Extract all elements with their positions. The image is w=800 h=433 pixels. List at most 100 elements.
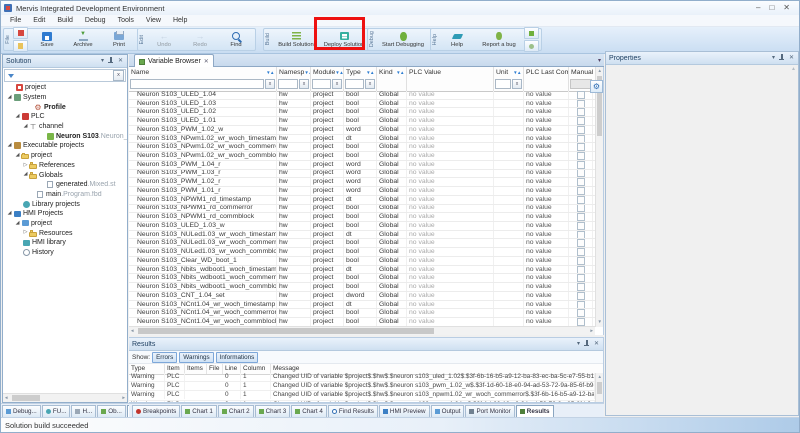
pin-icon[interactable] — [584, 340, 590, 348]
manual-checkbox[interactable] — [577, 239, 585, 247]
manual-checkbox[interactable] — [577, 205, 585, 213]
clear-filter-icon[interactable]: x — [113, 70, 124, 81]
tab-variable-browser[interactable]: Variable Browser ✕ — [134, 54, 214, 68]
manual-checkbox[interactable] — [577, 108, 585, 116]
scroll-right-icon[interactable]: ► — [122, 395, 126, 401]
toolbar-mini-button[interactable] — [524, 27, 539, 39]
manual-checkbox[interactable] — [577, 231, 585, 239]
table-row[interactable]: Neuron S103_Clear_WD_boot_1 hw project b… — [129, 257, 595, 266]
maximize-icon[interactable]: □ — [769, 1, 774, 15]
column-header[interactable]: Unit — [494, 67, 524, 91]
menu-item[interactable]: Debug — [79, 15, 112, 27]
tab-overflow-icon[interactable]: ▾ — [598, 57, 601, 64]
toolbar-button[interactable]: Build Solution — [273, 30, 319, 50]
scroll-down-icon[interactable]: ▼ — [598, 319, 602, 325]
table-row[interactable]: Neuron S103_Nbits_wdboot1_woch_commblock… — [129, 283, 595, 292]
column-filter-input[interactable] — [129, 78, 276, 90]
manual-checkbox[interactable] — [577, 222, 585, 230]
table-row[interactable]: Neuron S103_NULed1.03_wr_woch_timestamp … — [129, 231, 595, 240]
manual-checkbox[interactable] — [577, 126, 585, 134]
manual-checkbox[interactable] — [577, 91, 585, 99]
tree-item[interactable]: Neuron S103 .Neuron_S103:1.0.v2_2 — [3, 131, 127, 141]
window-position-menu-icon[interactable]: ▾ — [101, 57, 104, 65]
variable-vertical-scrollbar[interactable]: ▲ ▼ — [595, 67, 603, 327]
toolbar-button[interactable]: Undo — [147, 30, 181, 50]
solution-filter-input[interactable] — [16, 71, 113, 80]
table-row[interactable]: Neuron S103_Nbits_wdboot1_woch_commerror… — [129, 274, 595, 283]
results-vertical-scrollbar[interactable]: ▲ — [595, 373, 603, 402]
tree-item[interactable]: main .Program.fbd — [3, 190, 127, 200]
scroll-left-icon[interactable]: ◄ — [4, 395, 8, 401]
table-row[interactable]: Neuron S103_PWM_1.02_r hw project word G… — [129, 178, 595, 187]
table-row[interactable]: Neuron S103_NULed1.03_wr_woch_commerror … — [129, 239, 595, 248]
column-filter-input[interactable] — [344, 78, 376, 90]
manual-checkbox[interactable] — [577, 187, 585, 195]
toolbar-mini-button[interactable] — [13, 40, 28, 52]
column-header[interactable]: PLC Last Comm — [524, 67, 569, 91]
scroll-left-icon[interactable]: ◄ — [130, 328, 134, 334]
sort-arrows-icon[interactable] — [304, 69, 310, 76]
scroll-up-icon[interactable]: ▲ — [598, 374, 602, 380]
result-row[interactable]: Warning PLC 0 1 Changed UID of variable … — [129, 401, 595, 402]
tree-item[interactable]: ◢ PLC — [3, 112, 127, 122]
column-header[interactable]: Module — [311, 67, 344, 91]
results-filter-toggle[interactable]: Warnings — [179, 352, 213, 363]
tree-expander-icon[interactable]: ◢ — [6, 141, 13, 151]
tree-item[interactable]: Profile — [3, 102, 127, 112]
window-position-menu-icon[interactable]: ▾ — [772, 54, 775, 62]
close-icon[interactable]: ✕ — [783, 1, 790, 15]
manual-checkbox[interactable] — [577, 248, 585, 256]
manual-checkbox[interactable] — [577, 117, 585, 125]
tree-item[interactable]: Library projects — [3, 199, 127, 209]
tree-item[interactable]: ◢ channel — [3, 122, 127, 132]
manual-checkbox[interactable] — [577, 309, 585, 317]
column-header[interactable]: Kind — [377, 67, 407, 91]
table-row[interactable]: Neuron S103_CNT_1.04_set hw project dwor… — [129, 292, 595, 301]
menu-item[interactable]: Edit — [27, 15, 51, 27]
toolbar-mini-button[interactable] — [13, 27, 28, 39]
menu-item[interactable]: View — [140, 15, 167, 27]
manual-checkbox[interactable] — [577, 143, 585, 151]
toolbar-button[interactable]: Print — [102, 30, 136, 50]
table-row[interactable]: Neuron S103_Nbits_wdboot1_woch_timestamp… — [129, 266, 595, 275]
manual-checkbox[interactable] — [577, 318, 585, 326]
table-row[interactable]: Neuron S103_NPwm1.02_wr_woch_commerror h… — [129, 143, 595, 152]
table-row[interactable]: Neuron S103_NPWM1_rd_commblock hw projec… — [129, 213, 595, 222]
sort-arrows-icon[interactable] — [396, 69, 404, 76]
table-row[interactable]: Neuron S103_NPwm1.02_wr_woch_timestamp h… — [129, 135, 595, 144]
manual-checkbox[interactable] — [577, 292, 585, 300]
tree-expander-icon[interactable]: ▷ — [22, 161, 29, 171]
table-row[interactable]: Neuron S103_NCnt1.04_wr_woch_commerror h… — [129, 309, 595, 318]
manual-checkbox[interactable] — [577, 170, 585, 178]
close-panel-icon[interactable]: ✕ — [789, 54, 794, 62]
tree-item[interactable]: generated .Mixed.st — [3, 180, 127, 190]
manual-checkbox[interactable] — [577, 161, 585, 169]
tree-item[interactable]: History — [3, 248, 127, 258]
tree-expander-icon[interactable]: ◢ — [6, 209, 13, 219]
scrollbar-thumb[interactable] — [138, 328, 434, 334]
close-panel-icon[interactable]: ✕ — [118, 57, 123, 65]
column-filter-input[interactable] — [277, 78, 310, 90]
table-row[interactable]: Neuron S103_ULED_1.04 hw project bool Gl… — [129, 91, 595, 100]
tree-expander-icon[interactable]: ◢ — [14, 112, 21, 122]
tree-expander-icon[interactable]: ◢ — [22, 170, 29, 180]
manual-checkbox[interactable] — [577, 196, 585, 204]
table-row[interactable]: Neuron S103_ULED_1.03_w hw project bool … — [129, 222, 595, 231]
table-row[interactable]: Neuron S103_NPwm1.02_wr_woch_commblock h… — [129, 152, 595, 161]
manual-checkbox[interactable] — [577, 152, 585, 160]
manual-checkbox[interactable] — [577, 135, 585, 143]
table-row[interactable]: Neuron S103_NPWM1_rd_timestamp hw projec… — [129, 196, 595, 205]
column-filter-input[interactable] — [377, 78, 406, 90]
column-filter-input[interactable] — [311, 78, 343, 90]
column-header[interactable]: Name — [129, 67, 277, 91]
tree-item[interactable]: ▷ References — [3, 161, 127, 171]
variable-horizontal-scrollbar[interactable]: ◄ ► — [129, 326, 595, 335]
table-row[interactable]: Neuron S103_ULED_1.01 hw project bool Gl… — [129, 117, 595, 126]
column-filter-input[interactable] — [524, 78, 568, 90]
table-row[interactable]: Neuron S103_ULED_1.03 hw project bool Gl… — [129, 100, 595, 109]
result-row[interactable]: Warning PLC 0 1 Changed UID of variable … — [129, 382, 595, 391]
tree-expander-icon[interactable]: ◢ — [22, 122, 29, 132]
table-row[interactable]: Neuron S103_ULED_1.02 hw project bool Gl… — [129, 108, 595, 117]
sort-arrows-icon[interactable] — [366, 69, 374, 76]
table-row[interactable]: Neuron S103_NPWM1_rd_commerror hw projec… — [129, 205, 595, 214]
